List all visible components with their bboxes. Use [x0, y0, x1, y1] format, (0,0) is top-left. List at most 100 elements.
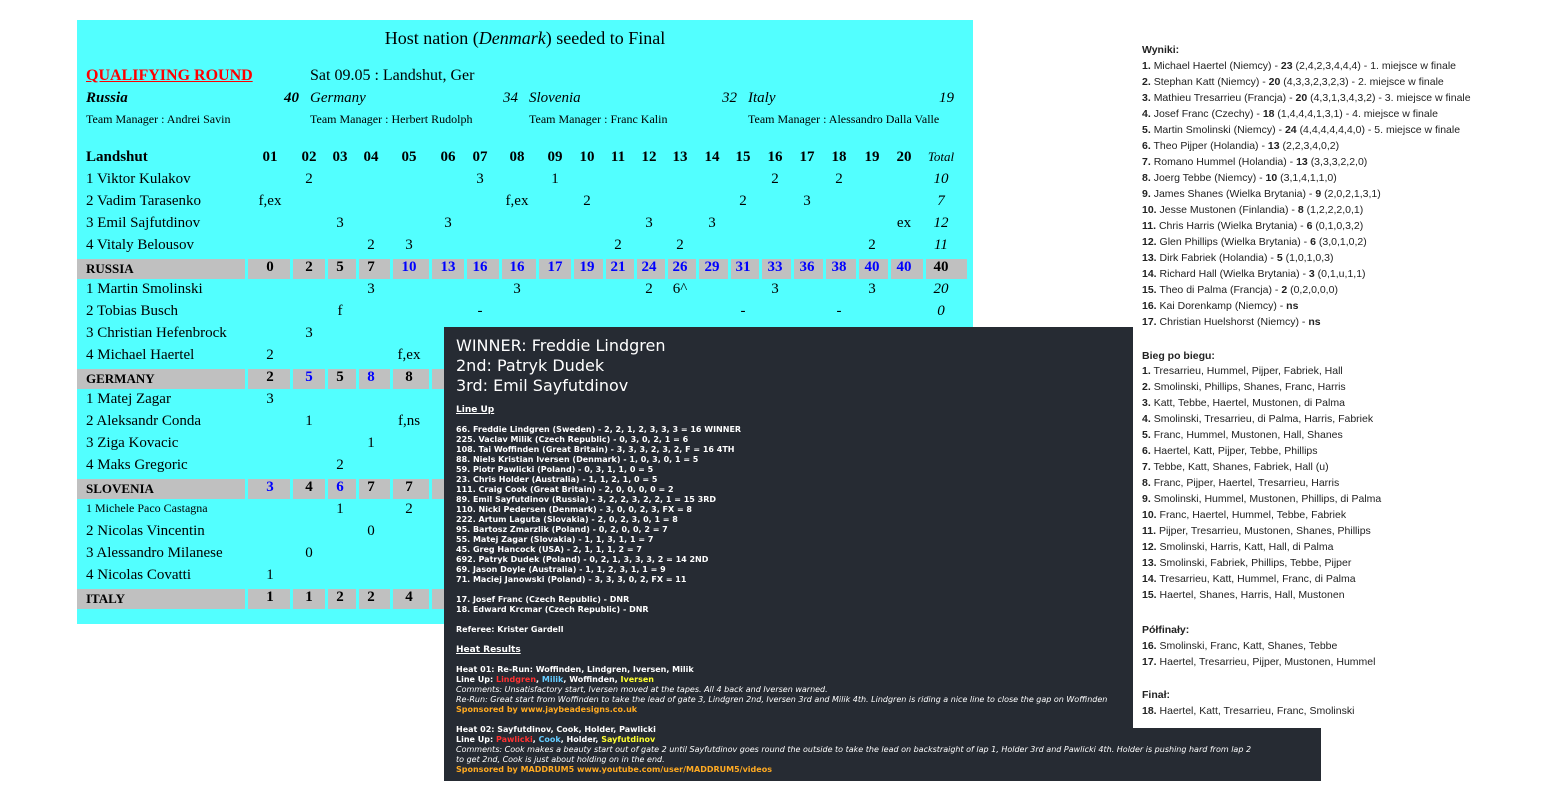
heat-score: f	[337, 303, 343, 319]
lineup-entry: 95. Bartosz Zmarzlik (Poland) - 0, 2, 0,…	[456, 525, 668, 534]
heat-score: f,ex	[505, 193, 529, 209]
heat-entry: 9. Smolinski, Hummel, Mustonen, Phillips…	[1142, 493, 1381, 505]
heat-entry-riders: Katt, Tebbe, Haertel, Mustonen, di Palma	[1153, 397, 1345, 409]
lineup-heading[interactable]: Line Up	[456, 405, 494, 415]
team-score: 34	[503, 90, 518, 106]
result-position: 9.	[1142, 188, 1151, 200]
rider-row: 2 Tobias Busch f - - - 0	[77, 303, 967, 325]
result-position: 5.	[1142, 124, 1151, 136]
running-total: 40	[896, 259, 912, 275]
cell-divider	[464, 259, 467, 279]
heat-entry-riders: Smolinski, Harris, Katt, Hall, di Palma	[1159, 541, 1334, 553]
heat-entry-number: 15.	[1142, 589, 1157, 601]
lineup-entry: 55. Matej Zagar (Slovakia) - 1, 1, 3, 1,…	[456, 535, 654, 544]
lineup-entry: 66. Freddie Lindgren (Sweden) - 2, 2, 1,…	[456, 425, 742, 434]
title-prefix: Host nation (	[384, 28, 479, 48]
cell-divider	[634, 259, 637, 279]
wyniki-panel: Wyniki: 1. Michael Haertel (Niemcy) - 23…	[1133, 38, 1533, 728]
meeting-date: Sat 09.05 : Landshut, Ger	[310, 67, 475, 84]
rider-name: 2 Nicolas Vincentin	[86, 523, 205, 539]
heat-score: 1	[266, 567, 274, 583]
cell-divider	[856, 259, 859, 279]
result-entry: 16. Kai Dorenkamp (Niemcy) - ns	[1142, 300, 1298, 312]
result-breakdown: (3,1,4,1,1,0)	[1280, 172, 1337, 184]
sponsor-link[interactable]: www.jaybeadesigns.co.uk	[521, 705, 638, 714]
heat-score: 1	[336, 501, 344, 517]
semi-entry-riders: Smolinski, Franc, Katt, Shanes, Tebbe	[1159, 640, 1338, 652]
cell-divider	[536, 259, 539, 279]
result-points: 18	[1262, 108, 1275, 120]
running-total: 2	[305, 259, 313, 275]
heat-entry-riders: Haertel, Shanes, Harris, Hall, Mustonen	[1159, 589, 1345, 601]
heat-score: 1	[367, 435, 375, 451]
rider-name: 1 Michele Paco Castagna	[86, 501, 208, 515]
running-total: 7	[405, 479, 413, 495]
heat-number: 04	[363, 149, 379, 165]
heat-comment: Comments: Cook makes a beauty start out …	[456, 745, 1252, 754]
cell-divider	[290, 259, 293, 279]
cell-divider	[888, 259, 891, 279]
rider-red: Pawlicki	[495, 735, 533, 744]
cell-divider	[923, 259, 926, 279]
referee-line: Referee: Krister Gardell	[456, 625, 564, 634]
lineup-entry: 692. Patryk Dudek (Poland) - 0, 2, 1, 3,…	[456, 555, 709, 564]
result-points: 23	[1280, 60, 1293, 72]
rider-name: 2 Vadim Tarasenko	[86, 193, 202, 209]
heat-entry: 6. Haertel, Katt, Pijper, Tebbe, Phillip…	[1142, 445, 1318, 457]
heat-number: 19	[864, 149, 880, 165]
running-total: 36	[799, 259, 815, 275]
result-position: 2.	[1142, 76, 1151, 88]
result-entry: 17. Christian Huelshorst (Niemcy) - ns	[1142, 316, 1321, 328]
result-points: 8	[1297, 204, 1304, 216]
heat-score: 2	[266, 347, 274, 363]
result-entry: 11. Chris Harris (Wielka Brytania) - 6 (…	[1142, 220, 1363, 232]
team-russia-header: Russia 40	[86, 90, 299, 107]
team-manager: Team Manager : Herbert Rudolph	[310, 112, 473, 126]
heat-score: 2	[405, 501, 413, 517]
result-breakdown: (0,2,0,0,0)	[1290, 284, 1338, 296]
result-rider: Theo Pijper (Holandia) -	[1153, 140, 1265, 152]
heat-score: -	[477, 303, 483, 319]
result-points: 6	[1306, 220, 1313, 232]
lineup-entry: 110. Nicki Pedersen (Denmark) - 3, 0, 0,…	[456, 505, 692, 514]
result-breakdown: (1,4,4,4,1,3,1) - 4. miejsce w finale	[1277, 108, 1438, 120]
heat-score: 2	[868, 237, 876, 253]
results-heading: Wyniki:	[1142, 44, 1180, 56]
cell-divider	[290, 369, 293, 389]
running-total: 19	[579, 259, 595, 275]
rider-name: 3 Alessandro Milanese	[86, 545, 223, 561]
heat-entry: 7. Tebbe, Katt, Shanes, Fabriek, Hall (u…	[1142, 461, 1329, 473]
heat-entry-riders: Franc, Pijper, Haertel, Tresarrieu, Harr…	[1153, 477, 1340, 489]
result-position: 16.	[1142, 300, 1157, 312]
rider-yellow: Iversen	[620, 675, 654, 684]
running-total: 13	[440, 259, 456, 275]
rider-name: 1 Martin Smolinski	[86, 281, 203, 297]
title-country: Denmark	[478, 28, 546, 48]
cell-divider	[696, 259, 699, 279]
cell-divider	[429, 369, 432, 389]
result-breakdown: (4,3,1,3,4,3,2) - 3. miejsce w finale	[1310, 92, 1471, 104]
semi-entry: 17. Haertel, Tresarrieu, Pijper, Mustone…	[1142, 656, 1375, 668]
qualifying-round-link[interactable]: QUALIFYING ROUND	[86, 67, 253, 85]
heat-score: 3	[771, 281, 779, 297]
heat-number: 17	[799, 149, 815, 165]
result-breakdown: (0,1,0,3,2)	[1315, 220, 1364, 232]
running-total: 21	[610, 259, 626, 275]
cell-divider	[390, 589, 393, 609]
cell-divider	[603, 259, 606, 279]
heat-results-heading[interactable]: Heat Results	[456, 645, 521, 655]
heat-score: 3	[868, 281, 876, 297]
rider-total: 0	[937, 303, 945, 319]
rider-blue: Milik	[541, 675, 564, 684]
lineup-entry: 225. Vaclav Milik (Czech Republic) - 0, …	[456, 435, 689, 444]
running-total: 40	[864, 259, 880, 275]
lineup-label: Line Up:	[456, 675, 494, 684]
team-manager: Team Manager : Andrei Savin	[86, 112, 231, 126]
running-total: 5	[336, 369, 344, 385]
cell-divider	[245, 589, 248, 609]
cell-divider	[499, 259, 502, 279]
sponsor-name: MADDRUM5	[520, 765, 575, 774]
sponsor-link[interactable]: www.youtube.com/user/MADDRUM5/videos	[577, 765, 772, 774]
heat-entry-number: 9.	[1142, 493, 1151, 505]
heat-number: 08	[509, 149, 525, 165]
